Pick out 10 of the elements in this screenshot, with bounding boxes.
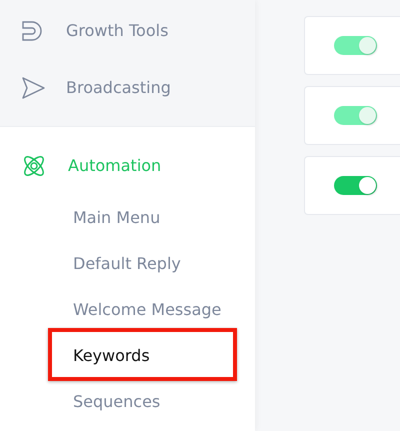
nav-item[interactable]: Automation — [68, 156, 162, 175]
submenu-item[interactable]: Main Menu — [73, 208, 160, 226]
nav-item[interactable]: Growth Tools — [66, 21, 168, 40]
submenu-item[interactable]: Welcome Message — [73, 300, 222, 318]
submenu-item[interactable]: Default Reply — [73, 254, 181, 272]
submenu-item[interactable]: Sequences — [73, 392, 160, 410]
nav-item[interactable]: Broadcasting — [66, 78, 171, 97]
toggle-switch[interactable] — [334, 176, 377, 195]
submenu-item[interactable]: Keywords — [73, 346, 150, 364]
send-icon — [21, 76, 45, 100]
